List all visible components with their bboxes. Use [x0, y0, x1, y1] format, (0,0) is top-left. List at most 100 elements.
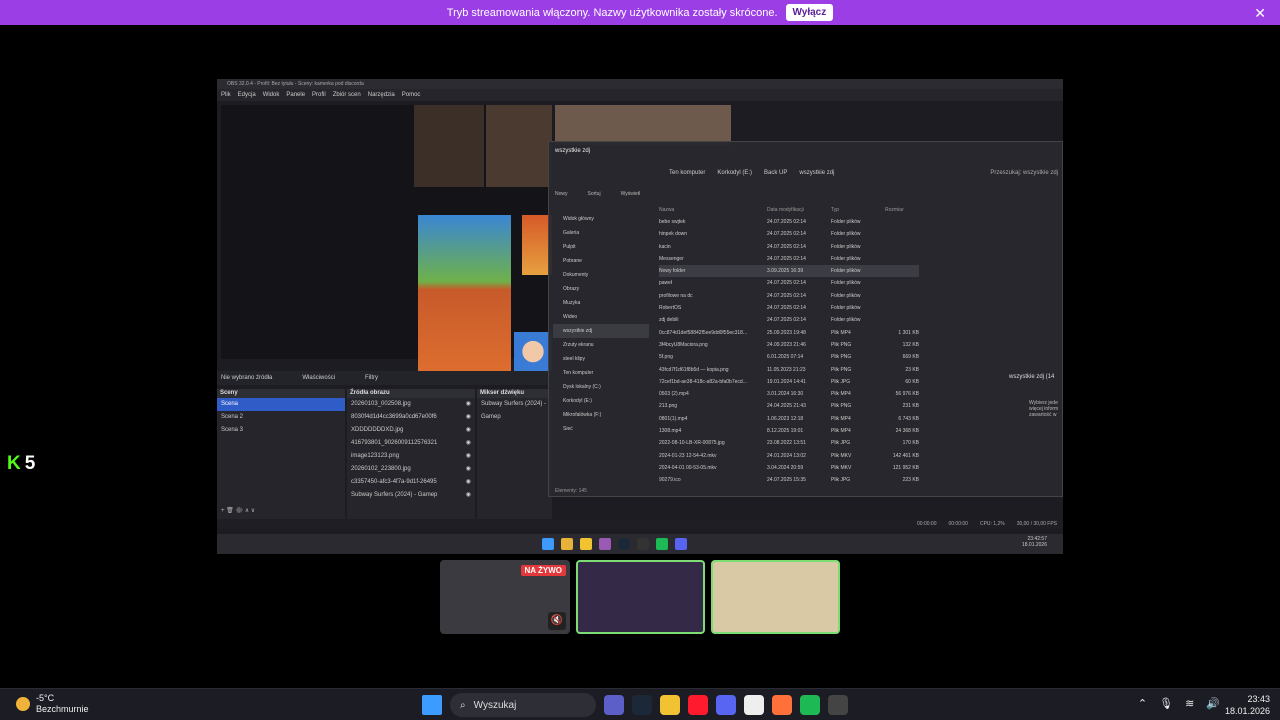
menu-tools[interactable]: Narzędzia	[368, 89, 395, 101]
source-item[interactable]: XDDDDDDDXD.jpg ◉	[347, 424, 475, 437]
nav-item[interactable]: Sieć	[553, 422, 649, 436]
eye-icon[interactable]: ◉	[466, 424, 471, 437]
file-row[interactable]: 0503 (2).mp4 3.01.2024 16:30 Plik MP4 56 97…	[659, 388, 919, 400]
participant-tile[interactable]	[576, 560, 705, 634]
teams-icon[interactable]	[604, 695, 624, 715]
nav-item[interactable]: Korkodyl (E:)	[553, 394, 649, 408]
column-type[interactable]: Typ	[831, 204, 885, 216]
nav-item-selected[interactable]: wszystkie zdj	[553, 324, 649, 338]
scene-item[interactable]: Scena	[217, 398, 345, 411]
eye-icon[interactable]: ◉	[466, 398, 471, 411]
file-row[interactable]: bebe swjtek 24.07.2025 02:14 Folder plików	[659, 216, 919, 228]
nav-item[interactable]: Dysk lokalny (C:)	[553, 380, 649, 394]
participant-tile[interactable]	[711, 560, 840, 634]
file-row[interactable]: Nowy folder 3.09.2025 16:39 Folder plików	[659, 265, 919, 278]
taskbar-clock[interactable]: 23:43 18.01.2026	[1225, 693, 1270, 717]
file-explorer-window[interactable]: wszystkie zdj Ten komputer Korkodyl (E:)…	[548, 141, 1063, 497]
eye-icon[interactable]: ◉	[466, 463, 471, 476]
nav-item[interactable]: Widok główny	[553, 212, 649, 226]
file-row[interactable]: RobertOS 24.07.2025 02:14 Folder plików	[659, 302, 919, 314]
taskbar-search[interactable]: ⌕ Wyszukaj	[450, 693, 596, 717]
breadcrumb-item[interactable]: wszystkie zdj	[799, 170, 834, 176]
filters-button[interactable]: Filtry	[365, 371, 378, 385]
microphone-icon[interactable]: 🎙	[1159, 697, 1173, 710]
nav-item[interactable]: Obrazy	[553, 282, 649, 296]
file-row[interactable]: Messenger 24.07.2025 02:14 Folder plików	[659, 253, 919, 265]
nav-item[interactable]: Galeria	[553, 226, 649, 240]
source-item[interactable]: c3357450-afc3-4f7a-9d1f-26495 ◉	[347, 476, 475, 489]
source-item[interactable]: 8030f4d1d4cc3699a0cd67e00f6 ◉	[347, 411, 475, 424]
menu-docks[interactable]: Panele	[286, 89, 305, 101]
new-button[interactable]: Nowy	[555, 191, 568, 197]
file-row[interactable]: 0cc874d1def58842f5ee9dd0f55ec318... 25.09…	[659, 327, 919, 339]
file-row[interactable]: 213.png 24.04.2025 21:43 Plik PNG 231 KB	[659, 400, 919, 412]
wifi-icon[interactable]: ≋	[1185, 697, 1194, 710]
sort-button[interactable]: Sortuj	[588, 191, 601, 197]
file-row[interactable]: zdj debili 24.07.2025 02:14 Folder plików	[659, 314, 919, 326]
source-item[interactable]: Subway Surfers (2024) - Gamep ◉	[347, 489, 475, 502]
breadcrumb-item[interactable]: Back UP	[764, 170, 787, 176]
file-row[interactable]: 2022-08-10-LB-XR-00875.jpg 23.08.2022 13:…	[659, 437, 919, 449]
volume-icon[interactable]: 🔊	[1206, 697, 1220, 710]
column-date[interactable]: Data modyfikacji	[767, 204, 831, 216]
screen-share-stage[interactable]: OBS 32.0.4 - Profil: Bez tytułu - Sceny:…	[217, 79, 1063, 554]
menu-view[interactable]: Widok	[263, 89, 280, 101]
column-name[interactable]: Nazwa	[659, 204, 767, 216]
file-row[interactable]: 1308.mp4 8.12.2025 19:01 Plik MP4 24 368 KB	[659, 425, 919, 437]
weather-widget[interactable]: -5°C Bezchmurnie	[16, 693, 89, 715]
opera-icon[interactable]	[688, 695, 708, 715]
menu-edit[interactable]: Edycja	[238, 89, 256, 101]
stream-thumbnail[interactable]: NA ŻYWO 🔇	[440, 560, 570, 634]
breadcrumb-item[interactable]: Korkodyl (E:)	[717, 170, 752, 176]
spotify-icon[interactable]	[800, 695, 820, 715]
menu-file[interactable]: Plik	[221, 89, 231, 101]
disable-streamer-mode-button[interactable]: Wyłącz	[785, 4, 834, 21]
source-item[interactable]: image123123.png ◉	[347, 450, 475, 463]
discord-icon[interactable]	[716, 695, 736, 715]
firefox-icon[interactable]	[772, 695, 792, 715]
eye-icon[interactable]: ◉	[466, 489, 471, 502]
scenes-toolbar[interactable]: + 🗑 ⚙ ∧ ∨	[217, 507, 345, 519]
nav-item[interactable]: steel klipy	[553, 352, 649, 366]
file-explorer-icon[interactable]	[660, 695, 680, 715]
menu-help[interactable]: Pomoc	[402, 89, 421, 101]
file-row[interactable]: 43fcd7f1d61f8b5d — kopia.png 11.05.2023 2…	[659, 364, 919, 376]
file-row[interactable]: 0801(1).mp4 1.06.2023 12:18 Plik MP4 6 743 …	[659, 413, 919, 425]
source-item[interactable]: 20260102_223800.jpg ◉	[347, 463, 475, 476]
nav-item[interactable]: Dokumenty	[553, 268, 649, 282]
view-button[interactable]: Wyświetl	[621, 191, 641, 197]
nav-item[interactable]: Ten komputer	[553, 366, 649, 380]
source-item[interactable]: 20260103_002508.jpg ◉	[347, 398, 475, 411]
menu-profile[interactable]: Profil	[312, 89, 326, 101]
eye-icon[interactable]: ◉	[466, 411, 471, 424]
properties-button[interactable]: Właściwości	[302, 371, 335, 385]
file-row[interactable]: 90279.ico 24.07.2025 15:35 Plik JPG 223 KB	[659, 474, 919, 486]
chevron-up-icon[interactable]: ⌃	[1138, 697, 1147, 710]
source-item[interactable]: 416793801_9026009112576321 ◉	[347, 437, 475, 450]
scene-item[interactable]: Scena 3	[217, 424, 345, 437]
nav-item[interactable]: Mikrofalówka (F:)	[553, 408, 649, 422]
close-icon[interactable]: ✕	[1254, 5, 1266, 22]
file-row[interactable]: hinpek down 24.07.2025 02:14 Folder plików	[659, 228, 919, 240]
file-row[interactable]: kacin 24.07.2025 02:14 Folder plików	[659, 241, 919, 253]
file-row[interactable]: 2024-01-23 12-54-42.mkv 24.01.2024 13:02 P…	[659, 450, 919, 462]
scene-item[interactable]: Scena 2	[217, 411, 345, 424]
search-input[interactable]: Przeszukaj: wszystkie zdj	[990, 170, 1058, 176]
start-button[interactable]	[422, 695, 442, 715]
file-row[interactable]: profilowe na dc 24.07.2025 02:14 Folder pl…	[659, 290, 919, 302]
obs-icon[interactable]	[828, 695, 848, 715]
file-row[interactable]: 5f.png 6.01.2025 07:14 Plik PNG 669 KB	[659, 351, 919, 363]
nav-item[interactable]: Wideo	[553, 310, 649, 324]
steam-icon[interactable]	[632, 695, 652, 715]
nav-item[interactable]: Pulpit	[553, 240, 649, 254]
nav-item[interactable]: Pobrane	[553, 254, 649, 268]
obs-preview[interactable]	[221, 105, 552, 381]
file-row[interactable]: 2024-04-01 00-53-05.mkv 3.04.2024 20:59 Pl…	[659, 462, 919, 474]
menu-scene-collection[interactable]: Zbiór scen	[333, 89, 361, 101]
eye-icon[interactable]: ◉	[466, 476, 471, 489]
mute-icon[interactable]: 🔇	[548, 612, 566, 630]
column-size[interactable]: Rozmiar	[885, 204, 919, 216]
file-row[interactable]: 3f4bcyU8Maciora.png 24.09.2023 21:46 Plik …	[659, 339, 919, 351]
nav-item[interactable]: Zrzuty ekranu	[553, 338, 649, 352]
explorer-tab[interactable]: wszystkie zdj	[555, 148, 590, 154]
